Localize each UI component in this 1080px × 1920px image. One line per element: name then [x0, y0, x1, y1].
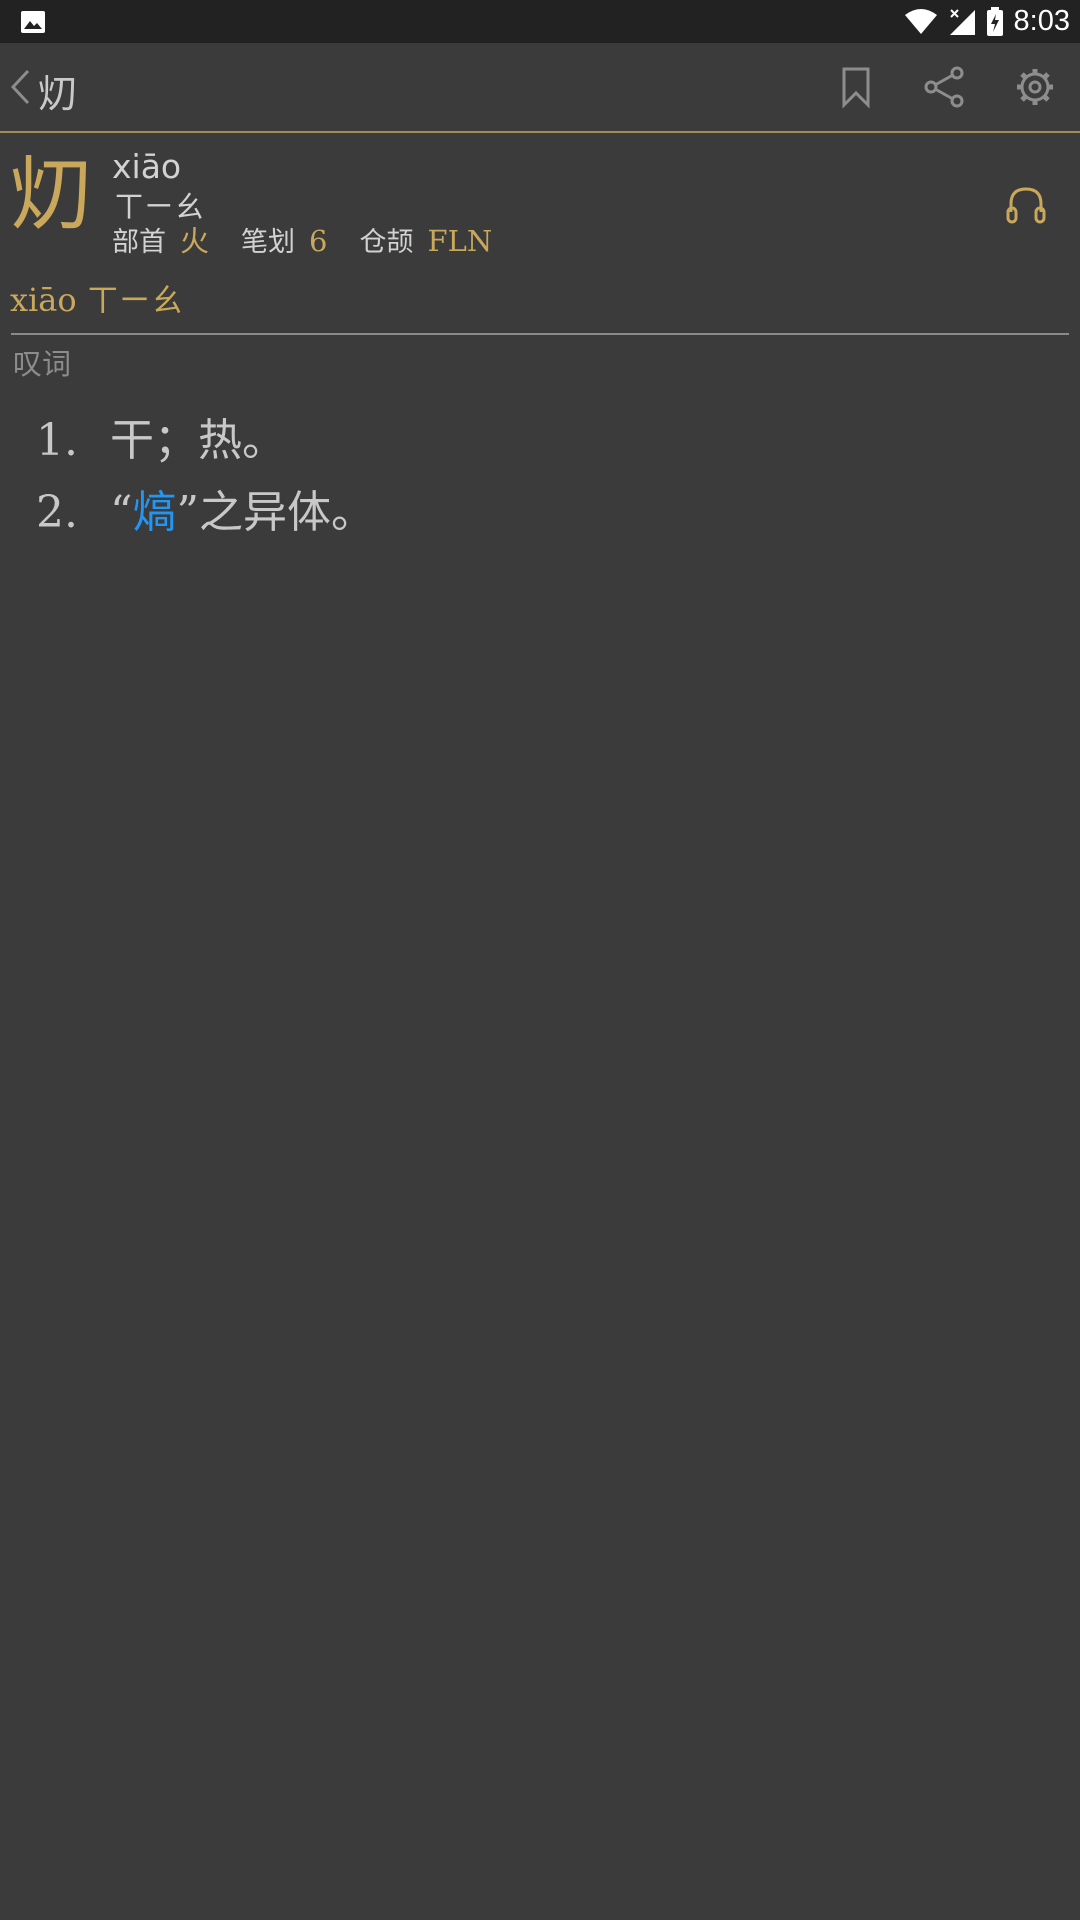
reading-pinyin: xiāo [10, 281, 77, 319]
cangjie-label: 仓颉 [359, 227, 414, 258]
image-icon [21, 11, 45, 33]
cangjie-value: FLN [427, 224, 493, 258]
battery-charging-icon [986, 6, 1003, 36]
bookmark-icon[interactable] [834, 65, 878, 109]
variant-char-link[interactable]: 熇 [133, 487, 177, 538]
status-time: 8:03 [1013, 5, 1070, 37]
definition-number: 1. [36, 415, 78, 466]
definition-item: 1. 干；热。 [36, 405, 375, 477]
close-quote: ” [176, 487, 200, 538]
part-of-speech: 叹词 [13, 347, 72, 381]
share-icon[interactable] [923, 65, 967, 109]
open-quote: “ [110, 487, 133, 538]
entry-meta: 部首火笔划 6 仓颉 FLN [112, 224, 524, 258]
entry-pinyin: xiāo [112, 147, 182, 186]
wifi-icon [904, 8, 937, 34]
status-bar: 8:03 [0, 0, 1080, 43]
page-title: 灱 [38, 72, 77, 116]
definition-rest: 之异体。 [199, 487, 375, 538]
definition-text: “熇”之异体。 [110, 491, 375, 535]
radical-label: 部首 [112, 227, 166, 258]
definition-number: 2. [36, 487, 78, 538]
divider [11, 333, 1069, 335]
entry-zhuyin: ㄒㄧㄠ [114, 190, 204, 225]
app-bar: 灱 [0, 43, 1080, 133]
reading-heading: xiāo ㄒㄧㄠ [10, 284, 183, 316]
back-button[interactable] [8, 67, 32, 107]
radical-value: 火 [180, 224, 210, 258]
strokes-label: 笔划 [241, 227, 296, 258]
headphones-icon[interactable] [1006, 186, 1046, 224]
definition-item: 2. “熇”之异体。 [36, 477, 375, 549]
strokes-value: 6 [309, 224, 328, 258]
reading-zhuyin: ㄒㄧㄠ [86, 281, 183, 319]
definition-list: 1. 干；热。 2. “熇”之异体。 [36, 405, 375, 549]
settings-icon[interactable] [1013, 65, 1057, 109]
signal-icon [949, 8, 975, 35]
definition-text: 干；热。 [110, 415, 286, 466]
entry-character: 灱 [10, 148, 90, 241]
